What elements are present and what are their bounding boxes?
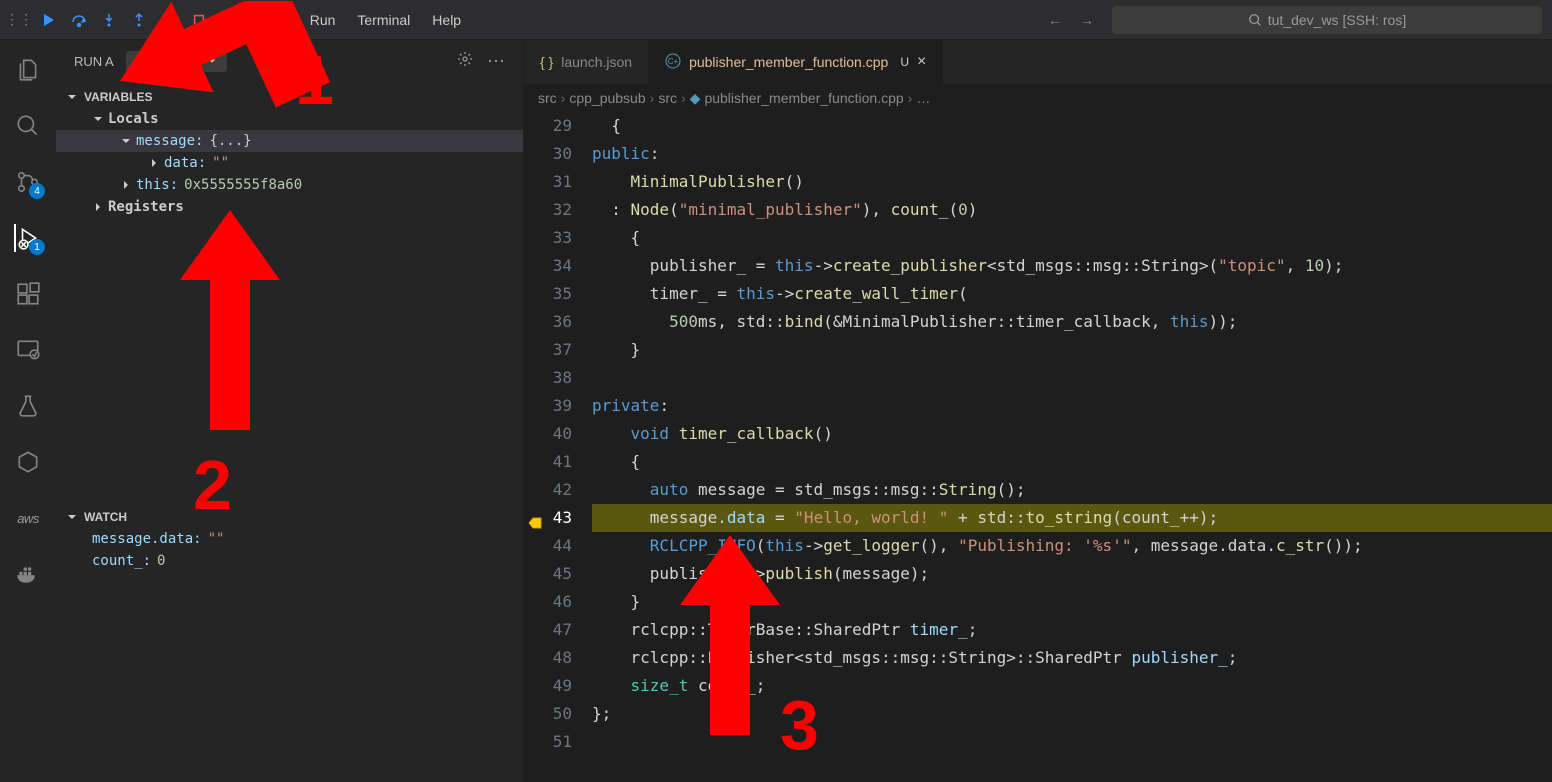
watch-header[interactable]: WATCH [56,506,523,528]
launch-config-select[interactable]: (gdb aunch [126,51,227,72]
drag-handle-icon[interactable]: ⋮⋮ [10,11,28,29]
line-gutter: 29 30 31 32 33 34 35 36 37 38 39 40 41 4… [524,112,592,782]
docker-icon[interactable] [14,560,42,588]
breadcrumb[interactable]: src› cpp_pubsub› src› ◆ publisher_member… [524,84,1552,112]
cpp-icon: ◆ [690,90,701,107]
stop-icon[interactable] [190,11,208,29]
more-icon[interactable]: ⋯ [487,51,505,72]
explorer-icon[interactable] [14,56,42,84]
step-over-icon[interactable] [70,11,88,29]
debug-activity-icon[interactable]: 1 [14,224,42,252]
var-data[interactable]: data: "" [56,152,523,174]
watch-count[interactable]: count_: 0 [56,550,523,572]
var-this[interactable]: this: 0x5555555f8a60 [56,174,523,196]
command-center-text: tut_dev_ws [SSH: ros] [1268,12,1407,28]
chevron-right-icon [148,157,160,169]
chevron-down-icon [120,135,132,147]
menu-go[interactable]: Go [269,12,288,28]
extensions-icon[interactable] [14,280,42,308]
gear-icon[interactable] [457,51,473,72]
scm-icon[interactable]: 4 [14,168,42,196]
debug-badge: 1 [29,239,45,255]
menu-help[interactable]: Help [432,12,461,28]
menu-bar: iew Go Run Terminal Help [226,12,461,28]
close-icon[interactable]: × [917,53,926,71]
variables-header[interactable]: VARIABLES [56,86,523,108]
menu-run[interactable]: Run [310,12,336,28]
watch-section: WATCH message.data: "" count_: 0 [56,502,523,576]
chevron-right-icon [120,179,132,191]
debug-toolbar: ⋮⋮ [10,11,208,29]
step-out-icon[interactable] [130,11,148,29]
svg-text:C+: C+ [668,57,679,66]
search-activity-icon[interactable] [14,112,42,140]
remote-explorer-icon[interactable] [14,336,42,364]
command-center[interactable]: tut_dev_ws [SSH: ros] [1112,6,1542,34]
chevron-down-icon [66,511,78,523]
menu-terminal[interactable]: Terminal [357,12,410,28]
nav-back-icon[interactable]: ← [1048,12,1062,28]
watch-message-data[interactable]: message.data: "" [56,528,523,550]
variables-section: VARIABLES Locals message: {...} data: ""… [56,82,523,222]
var-message[interactable]: message: {...} [56,130,523,152]
code-editor[interactable]: 29 30 31 32 33 34 35 36 37 38 39 40 41 4… [524,112,1552,782]
chevron-down-icon [207,56,217,66]
json-icon: { } [540,54,553,70]
tab-modified-indicator: U [900,55,909,69]
restart-icon[interactable] [160,11,178,29]
step-into-icon[interactable] [100,11,118,29]
activity-bar: 4 1 aws [0,40,56,782]
sidebar-title: RUN A [74,54,114,69]
registers-scope[interactable]: Registers [56,196,523,218]
editor-area: { } launch.json C+ publisher_member_func… [524,40,1552,782]
locals-scope[interactable]: Locals [56,108,523,130]
chevron-right-icon [92,201,104,213]
chevron-down-icon [92,113,104,125]
tab-publisher-cpp[interactable]: C+ publisher_member_function.cpp U × [649,40,943,84]
cpp-icon: C+ [665,53,681,72]
aws-icon[interactable]: aws [14,504,42,532]
nav-arrows: ← → [1048,12,1094,28]
editor-tabs: { } launch.json C+ publisher_member_func… [524,40,1552,84]
testing-icon[interactable] [14,392,42,420]
debug-sidebar: RUN A (gdb aunch ⋯ VARIABLES Locals [56,40,524,782]
nav-forward-icon[interactable]: → [1080,12,1094,28]
hexagon-icon[interactable] [14,448,42,476]
tab-launch-json[interactable]: { } launch.json [524,40,649,84]
code-content[interactable]: { public: MinimalPublisher() : Node("min… [592,112,1552,782]
scm-badge: 4 [29,183,45,199]
menu-view[interactable]: iew [226,12,247,28]
title-bar: ⋮⋮ iew Go Run Terminal Help ← → tut_dev_… [0,0,1552,40]
sidebar-header: RUN A (gdb aunch ⋯ [56,40,523,82]
search-icon [1248,13,1262,27]
breakpoint-current-icon[interactable] [528,511,542,525]
continue-icon[interactable] [40,11,58,29]
chevron-down-icon [66,91,78,103]
